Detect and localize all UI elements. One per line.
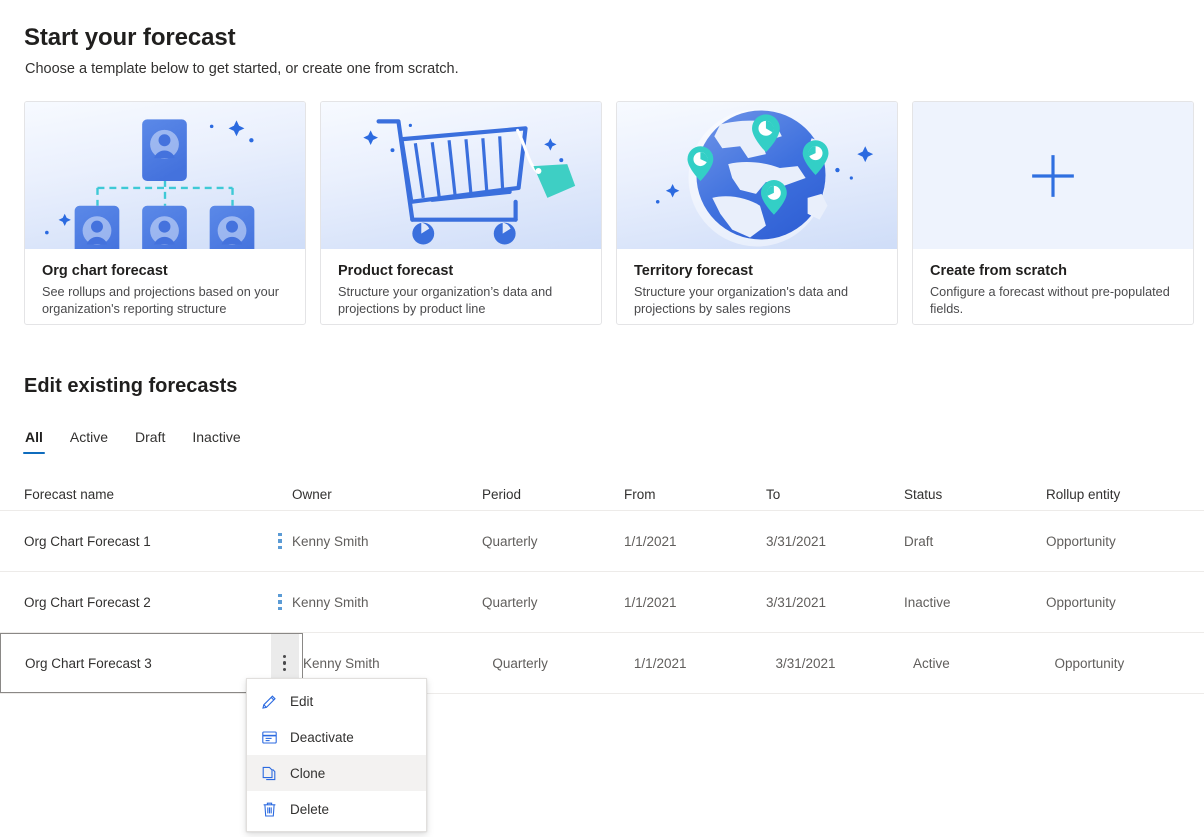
card-title: Org chart forecast bbox=[42, 263, 168, 279]
context-menu-item-delete[interactable]: Delete bbox=[247, 791, 426, 827]
table-row[interactable]: Org Chart Forecast 1 Kenny Smith Quarter… bbox=[0, 511, 1204, 572]
card-description: See rollups and projections based on you… bbox=[42, 285, 279, 316]
kebab-dot bbox=[278, 606, 282, 611]
context-menu-item-label: Deactivate bbox=[290, 729, 354, 745]
kebab-dot bbox=[278, 545, 282, 550]
section-title-edit-existing: Edit existing forecasts bbox=[24, 375, 238, 397]
tab-inactive[interactable]: Inactive bbox=[190, 427, 242, 454]
cell-rollup-entity: Opportunity bbox=[1054, 655, 1125, 671]
cell-period: Quarterly bbox=[482, 533, 538, 549]
cell-actions bbox=[268, 511, 292, 571]
column-header-status[interactable]: Status bbox=[904, 487, 1046, 502]
card-description: Configure a forecast without pre-populat… bbox=[930, 285, 1170, 316]
cell-actions bbox=[268, 572, 292, 632]
cell-from: 1/1/2021 bbox=[633, 655, 687, 671]
copy-icon bbox=[261, 765, 278, 782]
cell-to: 3/31/2021 bbox=[766, 533, 827, 549]
trash-icon bbox=[261, 801, 278, 818]
cell-owner: Kenny Smith bbox=[292, 594, 369, 610]
deactivate-icon bbox=[261, 729, 278, 746]
row-more-options-button[interactable] bbox=[268, 511, 292, 571]
row-more-options-button[interactable] bbox=[268, 572, 292, 632]
card-title: Create from scratch bbox=[930, 263, 1067, 279]
context-menu-item-clone[interactable]: Clone bbox=[247, 755, 426, 791]
context-menu-item-label: Edit bbox=[290, 693, 314, 709]
kebab-dot bbox=[278, 593, 282, 598]
column-header-forecast-name[interactable]: Forecast name bbox=[0, 478, 268, 510]
cell-rollup-entity: Opportunity bbox=[1046, 594, 1116, 610]
column-header-actions-spacer bbox=[268, 478, 292, 510]
context-menu-item-deactivate[interactable]: Deactivate bbox=[247, 719, 426, 755]
kebab-dot bbox=[282, 654, 287, 659]
kebab-dot bbox=[278, 532, 282, 537]
cell-to: 3/31/2021 bbox=[775, 655, 836, 671]
forecast-setup-page: Start your forecast Choose a template be… bbox=[0, 0, 1204, 837]
cell-period: Quarterly bbox=[482, 594, 538, 610]
cell-from: 1/1/2021 bbox=[624, 594, 677, 610]
table-row[interactable]: Org Chart Forecast 3 Kenny Smith Quarter… bbox=[0, 633, 1204, 694]
card-body: Product forecast Structure your organiza… bbox=[321, 249, 601, 317]
cell-owner: Kenny Smith bbox=[303, 655, 380, 671]
forecast-filter-tabs: All Active Draft Inactive bbox=[23, 427, 243, 454]
cell-from: 1/1/2021 bbox=[624, 533, 677, 549]
cell-forecast-name[interactable]: Org Chart Forecast 1 bbox=[0, 511, 268, 571]
kebab-dot bbox=[282, 667, 287, 672]
template-card-create-from-scratch[interactable]: Create from scratch Configure a forecast… bbox=[912, 101, 1194, 325]
context-menu-item-edit[interactable]: Edit bbox=[247, 683, 426, 719]
card-title: Territory forecast bbox=[634, 263, 753, 279]
shopping-cart-illustration bbox=[321, 102, 601, 249]
column-header-owner[interactable]: Owner bbox=[292, 487, 482, 502]
row-context-menu: Edit Deactivate Clone Delete bbox=[246, 678, 427, 832]
forecasts-table: Forecast name Owner Period From To Statu… bbox=[0, 478, 1204, 694]
template-card-org-chart-forecast[interactable]: Org chart forecast See rollups and proje… bbox=[24, 101, 306, 325]
plus-icon bbox=[913, 102, 1193, 249]
column-header-to[interactable]: To bbox=[766, 487, 904, 502]
card-body: Org chart forecast See rollups and proje… bbox=[25, 249, 305, 317]
cell-owner: Kenny Smith bbox=[292, 533, 369, 549]
org-chart-illustration bbox=[25, 102, 305, 249]
pencil-icon bbox=[261, 693, 278, 710]
context-menu-item-label: Delete bbox=[290, 801, 330, 817]
kebab-dot bbox=[278, 539, 282, 543]
cell-status: Inactive bbox=[904, 594, 951, 610]
cell-rollup-entity: Opportunity bbox=[1046, 533, 1116, 549]
cell-status: Active bbox=[912, 655, 950, 671]
card-body: Create from scratch Configure a forecast… bbox=[913, 249, 1193, 317]
cell-forecast-name[interactable]: Org Chart Forecast 2 bbox=[0, 572, 268, 632]
cell-to: 3/31/2021 bbox=[766, 594, 827, 610]
context-menu-item-label: Clone bbox=[290, 765, 326, 781]
card-body: Territory forecast Structure your organi… bbox=[617, 249, 897, 317]
page-title: Start your forecast bbox=[24, 24, 236, 51]
tab-active[interactable]: Active bbox=[68, 427, 110, 454]
card-title: Product forecast bbox=[338, 263, 454, 279]
column-header-rollup-entity[interactable]: Rollup entity bbox=[1046, 487, 1196, 502]
kebab-dot bbox=[282, 661, 287, 665]
card-description: Structure your organization's data and p… bbox=[634, 285, 849, 316]
tab-all[interactable]: All bbox=[23, 427, 45, 454]
template-card-product-forecast[interactable]: Product forecast Structure your organiza… bbox=[320, 101, 602, 325]
cell-status: Draft bbox=[904, 533, 934, 549]
tab-draft[interactable]: Draft bbox=[133, 427, 167, 454]
table-row[interactable]: Org Chart Forecast 2 Kenny Smith Quarter… bbox=[0, 572, 1204, 633]
column-header-from[interactable]: From bbox=[624, 487, 766, 502]
column-header-period[interactable]: Period bbox=[482, 487, 624, 502]
kebab-dot bbox=[278, 600, 282, 604]
globe-pins-illustration bbox=[617, 102, 897, 249]
card-description: Structure your organization’s data and p… bbox=[338, 285, 553, 316]
template-card-list: Org chart forecast See rollups and proje… bbox=[24, 101, 1194, 325]
template-card-territory-forecast[interactable]: Territory forecast Structure your organi… bbox=[616, 101, 898, 325]
cell-period: Quarterly bbox=[492, 655, 548, 671]
table-header-row: Forecast name Owner Period From To Statu… bbox=[0, 478, 1204, 511]
page-subtitle: Choose a template below to get started, … bbox=[25, 61, 459, 77]
cell-forecast-name[interactable]: Org Chart Forecast 3 bbox=[0, 633, 268, 693]
